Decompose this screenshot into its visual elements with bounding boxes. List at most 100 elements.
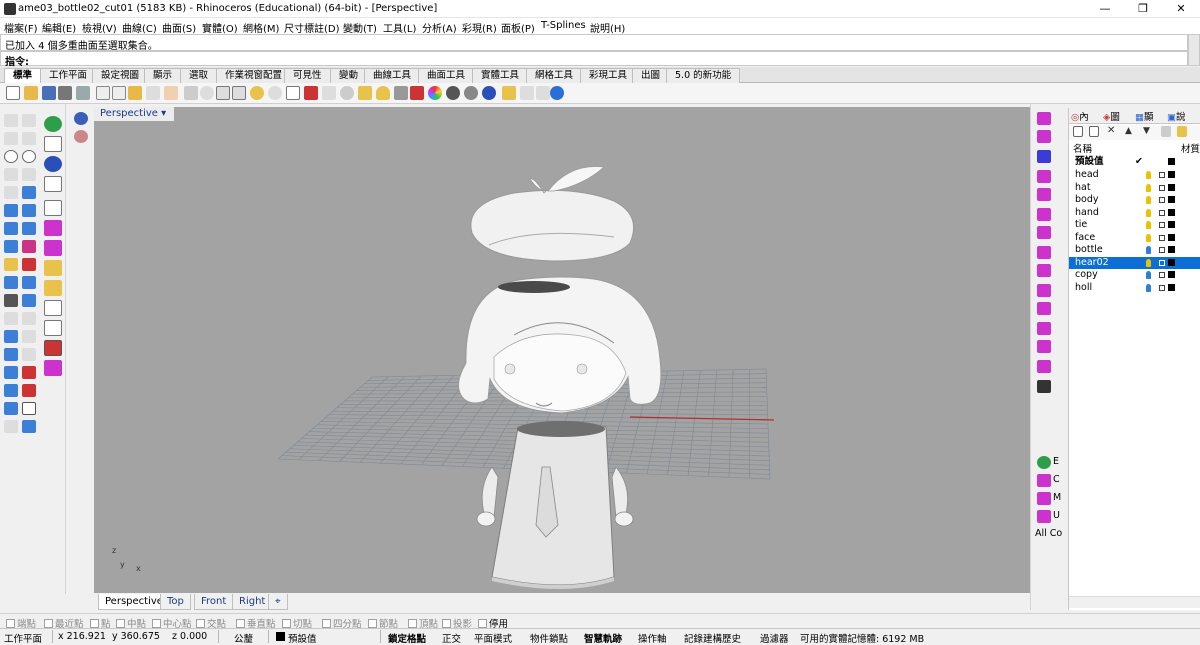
light-bulb-icon[interactable] [1146, 184, 1151, 192]
delete-face-icon[interactable] [44, 340, 62, 356]
tab-set-view[interactable]: 設定視圖 [92, 68, 148, 83]
lock-icon[interactable] [394, 86, 408, 100]
tab-cplanes[interactable]: 工作平面 [40, 68, 96, 83]
light-bulb-icon[interactable] [1146, 209, 1151, 217]
tab-solid-tools[interactable]: 實體工具 [472, 68, 528, 83]
menu-panels[interactable]: 面板(P) [501, 20, 535, 35]
status-layer[interactable]: 預設值 [288, 631, 317, 645]
layer-color-swatch[interactable] [1168, 221, 1175, 228]
tspline-convert-icon[interactable] [1037, 380, 1051, 393]
layer-tools-icon[interactable] [1177, 126, 1187, 137]
status-filter[interactable]: 過濾器 [760, 631, 789, 645]
osnap-checkbox[interactable] [322, 619, 331, 628]
solid-box-icon[interactable] [4, 222, 18, 235]
trim-icon[interactable] [4, 276, 18, 289]
render-sphere-icon[interactable] [464, 86, 478, 100]
status-history[interactable]: 記錄建構歷史 [684, 631, 741, 645]
minimize-button[interactable]: — [1090, 1, 1120, 17]
tab-new-in-v5[interactable]: 5.0 的新功能 [666, 68, 740, 83]
zoom-window-icon[interactable] [216, 86, 230, 100]
light-bulb-icon[interactable] [1146, 234, 1151, 242]
move-down-icon[interactable]: ▼ [1143, 126, 1153, 137]
menu-dimension[interactable]: 尺寸標註(D) [284, 20, 340, 35]
menu-transform[interactable]: 變動(T) [343, 20, 377, 35]
axes-icon[interactable] [44, 176, 62, 192]
tspline-extrude-icon[interactable] [1037, 284, 1051, 297]
boolean-icon[interactable] [4, 258, 18, 271]
chamfer-icon[interactable] [22, 312, 36, 325]
weight-icon[interactable] [44, 320, 62, 336]
color-wheel-icon[interactable] [428, 86, 442, 100]
import-icon[interactable] [76, 86, 90, 100]
all-co-label[interactable]: All Co [1035, 528, 1062, 539]
object-snap-icon[interactable] [358, 86, 372, 100]
layer-row-head[interactable]: head [1069, 169, 1200, 182]
menu-analyze[interactable]: 分析(A) [422, 20, 457, 35]
box-scale-icon[interactable] [44, 280, 62, 296]
lock-icon[interactable] [1159, 222, 1165, 228]
block-icon[interactable] [4, 366, 18, 379]
tspline-sphere-icon[interactable] [1037, 188, 1051, 201]
sphere-icon[interactable] [74, 130, 88, 143]
lock-icon[interactable] [1159, 260, 1165, 266]
tab-top[interactable]: Top [160, 594, 191, 610]
shaded-sphere-icon[interactable] [446, 86, 460, 100]
new-sublayer-icon[interactable] [1089, 126, 1099, 137]
render-icon[interactable] [22, 384, 36, 397]
osnap-checkbox[interactable] [478, 619, 487, 628]
maximize-button[interactable]: ❐ [1128, 1, 1158, 17]
layer-row-holl[interactable]: holl [1069, 282, 1200, 295]
mesh-tools-icon[interactable] [22, 240, 36, 253]
layer-row-hand[interactable]: hand [1069, 207, 1200, 220]
status-smarttrack[interactable]: 智慧軌跡 [584, 631, 622, 645]
tab-mesh-tools[interactable]: 網格工具 [526, 68, 582, 83]
tspline-torus-icon[interactable] [1037, 246, 1051, 259]
lighting-icon[interactable] [520, 86, 534, 100]
layer-color-swatch[interactable] [1168, 246, 1175, 253]
select-icon[interactable] [340, 86, 354, 100]
lock-icon[interactable] [1159, 235, 1165, 241]
tab-viewport-layout[interactable]: 作業視窗配置 [216, 68, 291, 83]
new-layer-icon[interactable] [1073, 126, 1083, 137]
transform-icon[interactable] [4, 402, 18, 415]
perspective-viewport[interactable]: z y x Perspective ▾ [94, 107, 1030, 593]
tab-visibility[interactable]: 可見性 [284, 68, 331, 83]
layer-row-default[interactable]: 預設值 ✔ [1069, 156, 1200, 169]
move-gumball-icon[interactable] [44, 200, 62, 216]
fillet-icon[interactable] [4, 312, 18, 325]
zoom-extents-icon[interactable] [232, 86, 246, 100]
open-folder-icon[interactable] [24, 86, 38, 100]
lock-icon[interactable] [1159, 272, 1165, 278]
solid-tools-icon[interactable] [22, 222, 36, 235]
layer-color-swatch[interactable] [1168, 171, 1175, 178]
properties-icon[interactable] [410, 86, 424, 100]
box-edit-icon[interactable] [44, 220, 62, 236]
status-ortho[interactable]: 正交 [442, 631, 461, 645]
menu-render[interactable]: 彩現(R) [462, 20, 497, 35]
status-grid-snap[interactable]: 鎖定格點 [388, 631, 426, 645]
layer-color-swatch[interactable] [1168, 184, 1175, 191]
menu-tools[interactable]: 工具(L) [383, 20, 416, 35]
tspline-e-icon[interactable] [1037, 456, 1051, 469]
join-icon[interactable] [4, 294, 18, 307]
osnap-checkbox[interactable] [116, 619, 125, 628]
mesh-icon[interactable] [4, 240, 18, 253]
tab-layers[interactable]: ◈圖 [1103, 109, 1120, 123]
rotate-view-icon[interactable] [184, 86, 198, 100]
light-bulb-icon[interactable] [1146, 246, 1151, 254]
layer-row-body[interactable]: body [1069, 194, 1200, 207]
menu-solid[interactable]: 實體(O) [202, 20, 238, 35]
zoom-icon[interactable] [200, 86, 214, 100]
tspline-box-icon[interactable] [1037, 226, 1051, 239]
osnap-checkbox[interactable] [44, 619, 53, 628]
tab-display-panel[interactable]: ▦顯 [1135, 109, 1154, 123]
split-icon[interactable] [22, 276, 36, 289]
circle-icon[interactable] [4, 150, 18, 163]
layer-row-tie[interactable]: tie [1069, 219, 1200, 232]
command-input[interactable]: 指令: [0, 51, 1188, 66]
polyline-icon[interactable] [4, 132, 18, 145]
panel-hscrollbar[interactable] [1069, 596, 1200, 608]
copy-icon[interactable] [112, 86, 126, 100]
edit-pts-icon[interactable] [44, 300, 62, 316]
osnap-checkbox[interactable] [408, 619, 417, 628]
